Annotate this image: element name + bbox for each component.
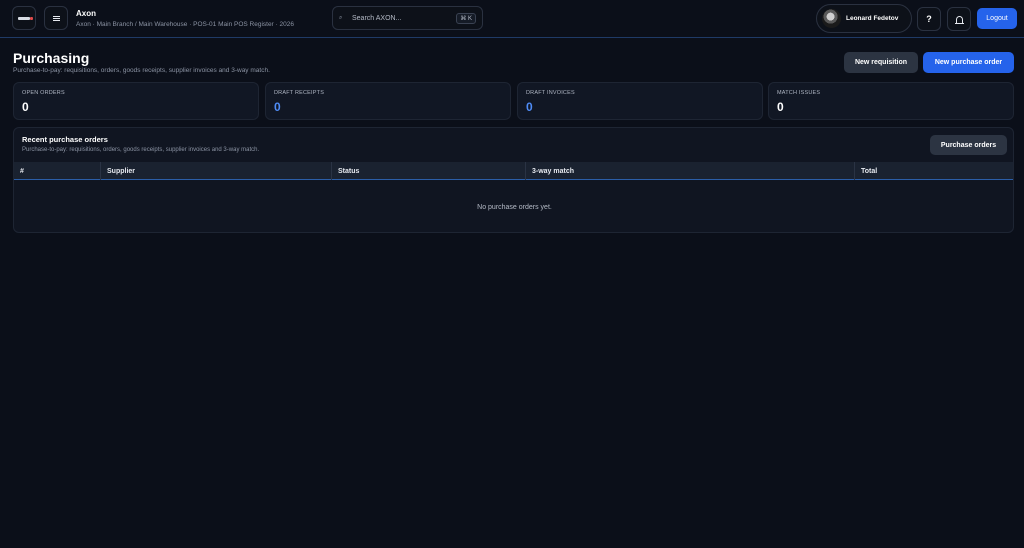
stat-label: DRAFT RECEIPTS — [274, 90, 325, 96]
panel-title: Recent purchase orders — [22, 135, 108, 144]
user-menu[interactable]: Leonard Fedetov — [816, 4, 912, 33]
bell-icon — [954, 15, 964, 24]
panel-subtitle: Purchase-to-pay: requisitions, orders, g… — [22, 147, 260, 153]
search-box[interactable]: ⌕ Search AXON... ⌘ K — [332, 6, 483, 30]
new-requisition-button[interactable]: New requisition — [844, 52, 918, 73]
column-header-3-way-match[interactable]: 3-way match — [525, 162, 854, 180]
stat-card-match-issues: MATCH ISSUES 0 — [768, 82, 1014, 120]
help-icon: ? — [926, 14, 932, 24]
stat-value: 0 — [22, 100, 29, 114]
new-purchase-order-button[interactable]: New purchase order — [923, 52, 1014, 73]
column-header-supplier[interactable]: Supplier — [100, 162, 331, 180]
purchase-orders-button[interactable]: Purchase orders — [930, 135, 1007, 155]
column-header-number[interactable]: # — [14, 162, 100, 180]
menu-icon — [52, 15, 60, 21]
app-name: Axon — [76, 9, 96, 18]
recent-purchase-orders-panel: Recent purchase orders Purchase-to-pay: … — [13, 127, 1014, 233]
search-shortcut: ⌘ K — [456, 12, 476, 24]
top-bar: Axon Axon · Main Branch / Main Warehouse… — [0, 0, 1024, 38]
stat-label: OPEN ORDERS — [22, 90, 65, 96]
column-header-total[interactable]: Total — [854, 162, 1013, 180]
user-name: Leonard Fedetov — [846, 15, 899, 22]
stat-value: 0 — [526, 100, 533, 114]
app-logo-button[interactable] — [12, 6, 36, 30]
table-header: # Supplier Status 3-way match Total — [14, 162, 1013, 180]
stat-card-draft-invoices: DRAFT INVOICES 0 — [517, 82, 763, 120]
stat-card-draft-receipts: DRAFT RECEIPTS 0 — [265, 82, 511, 120]
logout-button[interactable]: Logout — [977, 8, 1017, 29]
app-context: Axon · Main Branch / Main Warehouse · PO… — [76, 21, 294, 28]
empty-state-message: No purchase orders yet. — [477, 203, 552, 211]
menu-button[interactable] — [44, 6, 68, 30]
stat-label: DRAFT INVOICES — [526, 90, 575, 96]
avatar — [822, 9, 841, 28]
search-icon: ⌕ — [339, 14, 343, 21]
brand: Axon Axon · Main Branch / Main Warehouse… — [76, 9, 294, 29]
search-input[interactable]: Search AXON... — [352, 15, 456, 22]
stat-card-open-orders: OPEN ORDERS 0 — [13, 82, 259, 120]
app-logo-icon — [18, 16, 33, 20]
notifications-button[interactable] — [947, 7, 971, 31]
stat-value: 0 — [274, 100, 281, 114]
column-header-status[interactable]: Status — [331, 162, 525, 180]
stat-label: MATCH ISSUES — [777, 90, 821, 96]
stat-value: 0 — [777, 100, 784, 114]
page-title: Purchasing — [13, 50, 90, 66]
help-button[interactable]: ? — [917, 7, 941, 31]
page-subtitle: Purchase-to-pay: requisitions, orders, g… — [13, 67, 270, 74]
